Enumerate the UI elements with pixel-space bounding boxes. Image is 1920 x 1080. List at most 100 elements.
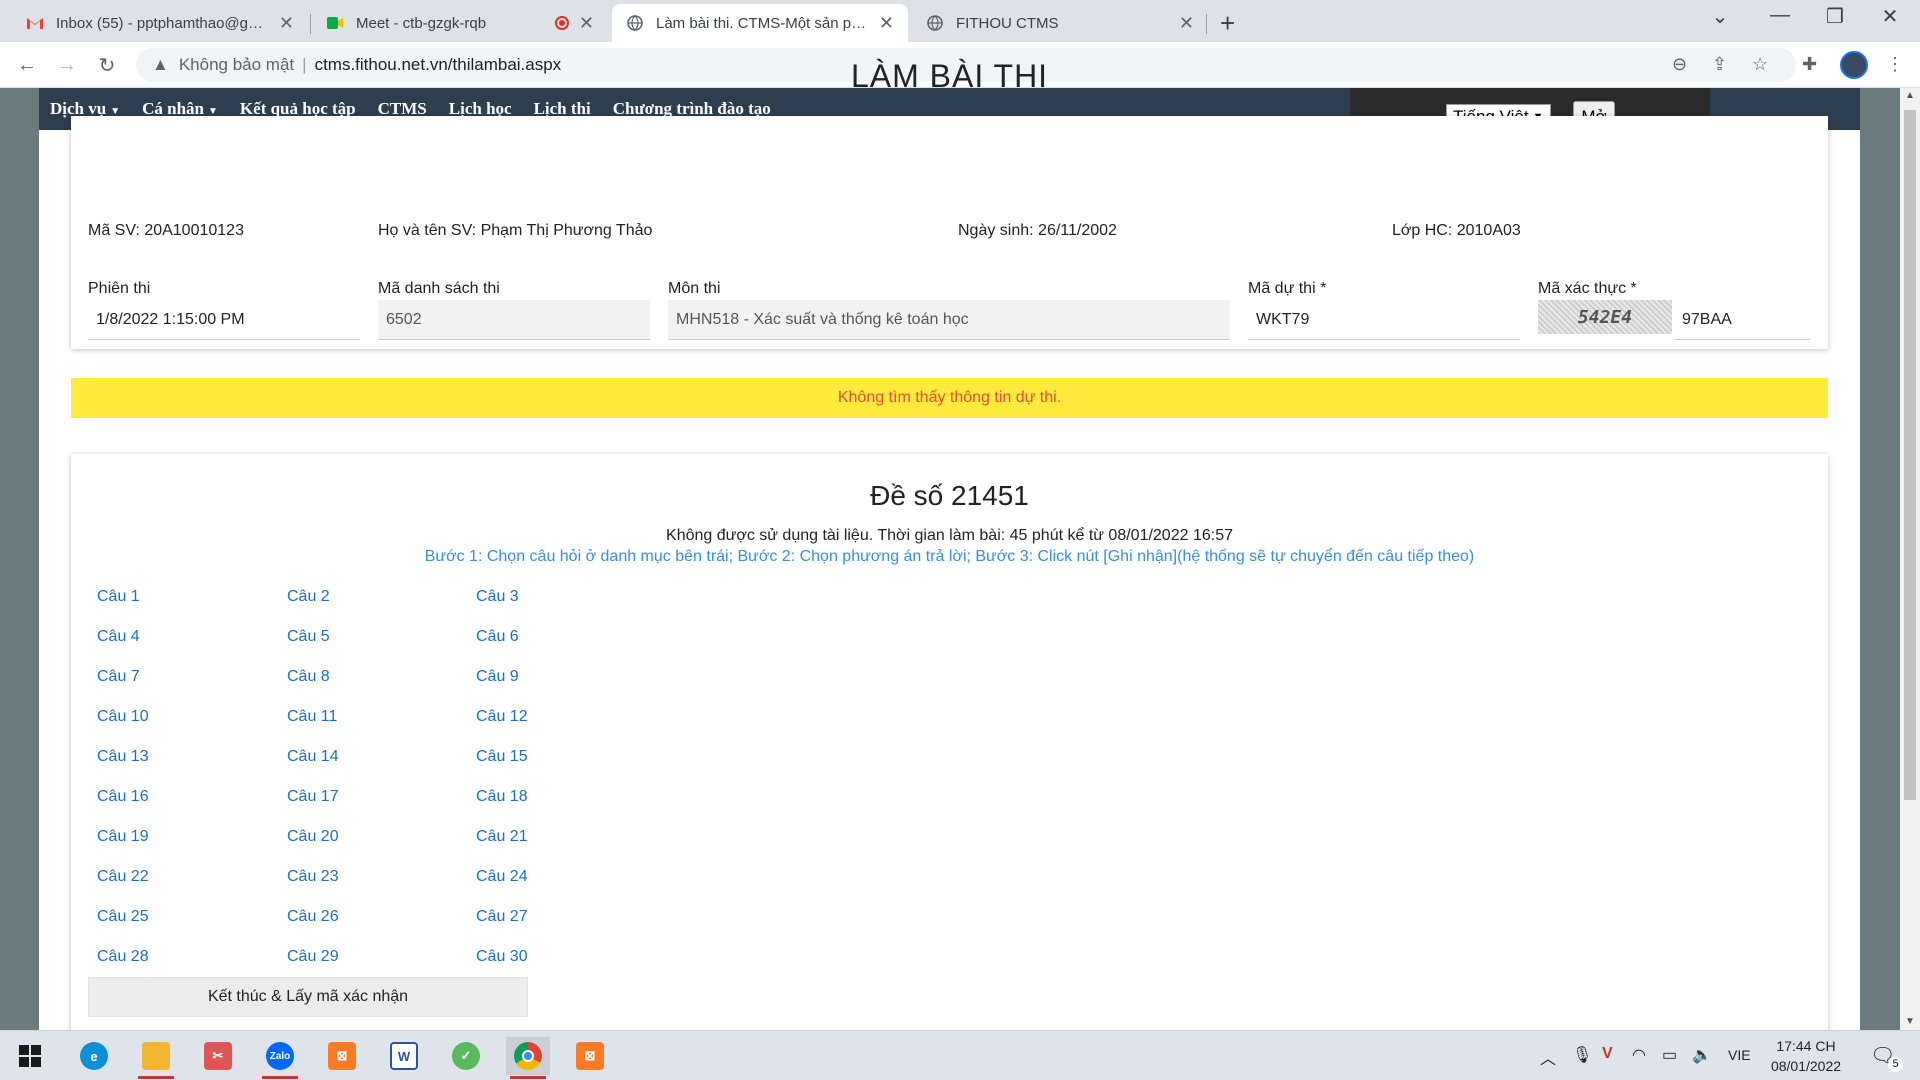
question-link-18[interactable]: Câu 18 <box>476 788 528 806</box>
file-explorer-app[interactable] <box>134 1037 178 1079</box>
tab-title: Meet - ctb-gzgk-rqb <box>356 14 487 32</box>
question-link-19[interactable]: Câu 19 <box>97 828 149 846</box>
new-tab-button[interactable]: + <box>1220 8 1235 39</box>
verification-code-input[interactable]: 97BAA <box>1674 300 1810 340</box>
finish-exam-button[interactable]: Kết thúc & Lấy mã xác nhận <box>88 977 528 1017</box>
vietkey-icon[interactable]: V <box>1602 1045 1613 1063</box>
input-language[interactable]: VIE <box>1728 1047 1751 1063</box>
browser-tab-strip: Inbox (55) - pptphamthao@gmail.com ✕ Mee… <box>0 0 1920 42</box>
chrome-app[interactable] <box>506 1037 550 1079</box>
gmail-icon <box>26 14 44 32</box>
tab-divider <box>310 14 311 34</box>
meet-icon <box>326 14 344 32</box>
taskbar-clock[interactable]: 17:44 CH 08/01/2022 <box>1756 1036 1856 1076</box>
question-link-2[interactable]: Câu 2 <box>287 588 330 606</box>
question-link-22[interactable]: Câu 22 <box>97 868 149 886</box>
window-close-icon[interactable]: ✕ <box>1860 4 1920 29</box>
question-link-5[interactable]: Câu 5 <box>287 628 330 646</box>
close-icon[interactable]: ✕ <box>579 13 594 34</box>
snipping-app[interactable]: ✂ <box>196 1037 240 1075</box>
edge-icon: e <box>80 1042 108 1070</box>
question-link-30[interactable]: Câu 30 <box>476 948 528 966</box>
question-link-24[interactable]: Câu 24 <box>476 868 528 886</box>
maximize-icon[interactable]: ❐ <box>1805 4 1865 29</box>
scroll-up-icon[interactable]: ▲ <box>1900 90 1920 101</box>
question-link-8[interactable]: Câu 8 <box>287 668 330 686</box>
tab-meet[interactable]: Meet - ctb-gzgk-rqb ✕ <box>312 4 608 42</box>
unikey-app[interactable]: ✓ <box>444 1037 488 1075</box>
menu-icon[interactable]: ⋮ <box>1886 54 1904 75</box>
question-link-1[interactable]: Câu 1 <box>97 588 140 606</box>
exam-instructions: Bước 1: Chọn câu hỏi ở danh mục bên trái… <box>424 548 1475 565</box>
folder-icon <box>142 1042 170 1070</box>
volume-icon[interactable]: 🔈 <box>1692 1045 1712 1065</box>
page-title: LÀM BÀI THI <box>850 58 1049 94</box>
close-icon[interactable]: ✕ <box>279 13 294 34</box>
edge-app[interactable]: e <box>72 1037 116 1075</box>
question-link-17[interactable]: Câu 17 <box>287 788 339 806</box>
question-link-14[interactable]: Câu 14 <box>287 748 339 766</box>
exam-list-label: Mã danh sách thi <box>378 280 500 297</box>
question-link-9[interactable]: Câu 9 <box>476 668 519 686</box>
student-class: Lớp HC: 2010A03 <box>1392 222 1521 239</box>
alert-message: Không tìm thấy thông tin dự thi. <box>71 378 1828 418</box>
chevron-up-icon[interactable]: ︿ <box>1540 1045 1556 1069</box>
xampp-app[interactable]: ⊠ <box>320 1037 364 1075</box>
question-link-4[interactable]: Câu 4 <box>97 628 140 646</box>
question-link-15[interactable]: Câu 15 <box>476 748 528 766</box>
question-link-12[interactable]: Câu 12 <box>476 708 528 726</box>
question-link-13[interactable]: Câu 13 <box>97 748 149 766</box>
question-link-23[interactable]: Câu 23 <box>287 868 339 886</box>
exam-session-field[interactable]: 1/8/2022 1:15:00 PM <box>88 300 360 340</box>
close-icon[interactable]: ✕ <box>1179 13 1194 34</box>
leaf-icon: ✓ <box>452 1042 480 1070</box>
chrome-icon <box>514 1042 542 1070</box>
clock-time: 17:44 CH <box>1776 1038 1836 1054</box>
minimize-icon[interactable]: — <box>1750 4 1810 27</box>
question-link-10[interactable]: Câu 10 <box>97 708 149 726</box>
question-link-7[interactable]: Câu 7 <box>97 668 140 686</box>
microphone-icon[interactable]: 🎙 <box>1572 1045 1592 1065</box>
candidate-code-input[interactable]: WKT79 <box>1248 300 1520 340</box>
start-button[interactable] <box>8 1037 52 1075</box>
zalo-icon: Zalo <box>266 1042 294 1070</box>
close-icon[interactable]: ✕ <box>879 13 894 34</box>
page-scrollbar[interactable]: ▲ ▼ <box>1900 88 1920 1030</box>
scroll-down-icon[interactable]: ▼ <box>1900 1016 1920 1027</box>
windows-icon <box>19 1045 41 1067</box>
question-link-25[interactable]: Câu 25 <box>97 908 149 926</box>
question-link-26[interactable]: Câu 26 <box>287 908 339 926</box>
exam-title: Đề số 21451 <box>870 480 1029 511</box>
student-name: Họ và tên SV: Phạm Thị Phương Thảo <box>378 222 653 239</box>
snipping-icon: ✂ <box>204 1042 232 1070</box>
question-link-6[interactable]: Câu 6 <box>476 628 519 646</box>
student-id: Mã SV: 20A10010123 <box>88 222 244 239</box>
question-link-3[interactable]: Câu 3 <box>476 588 519 606</box>
verification-code-label: Mã xác thực * <box>1538 280 1637 297</box>
question-link-11[interactable]: Câu 11 <box>287 708 337 726</box>
zalo-app[interactable]: Zalo <box>258 1037 302 1079</box>
tab-search-icon[interactable]: ⌄ <box>1690 4 1750 29</box>
question-link-29[interactable]: Câu 29 <box>287 948 339 966</box>
tab-fithou-ctms[interactable]: FITHOU CTMS ✕ <box>912 4 1208 42</box>
question-link-20[interactable]: Câu 20 <box>287 828 339 846</box>
exam-session-label: Phiên thi <box>88 280 151 297</box>
tab-gmail[interactable]: Inbox (55) - pptphamthao@gmail.com ✕ <box>12 4 308 42</box>
word-icon: W <box>390 1042 418 1070</box>
back-icon[interactable]: ← <box>12 50 42 80</box>
battery-icon[interactable]: ▭ <box>1662 1045 1677 1065</box>
question-link-27[interactable]: Câu 27 <box>476 908 528 926</box>
question-link-21[interactable]: Câu 21 <box>476 828 528 846</box>
word-app[interactable]: W <box>382 1037 426 1075</box>
recording-icon <box>554 16 569 30</box>
xampp-control-app[interactable]: ⊠ <box>568 1037 612 1075</box>
question-link-16[interactable]: Câu 16 <box>97 788 149 806</box>
notification-count: 5 <box>1888 1057 1903 1072</box>
scrollbar-thumb[interactable] <box>1904 110 1916 800</box>
student-birthdate: Ngày sinh: 26/11/2002 <box>958 222 1117 239</box>
question-link-28[interactable]: Câu 28 <box>97 948 149 966</box>
tab-title: FITHOU CTMS <box>956 14 1059 32</box>
tab-lam-bai-thi[interactable]: Làm bài thi. CTMS-Một sản phẩm ✕ <box>612 4 908 42</box>
wifi-icon[interactable]: ◠ <box>1632 1045 1646 1065</box>
captcha-image: 542E4 <box>1538 300 1672 334</box>
